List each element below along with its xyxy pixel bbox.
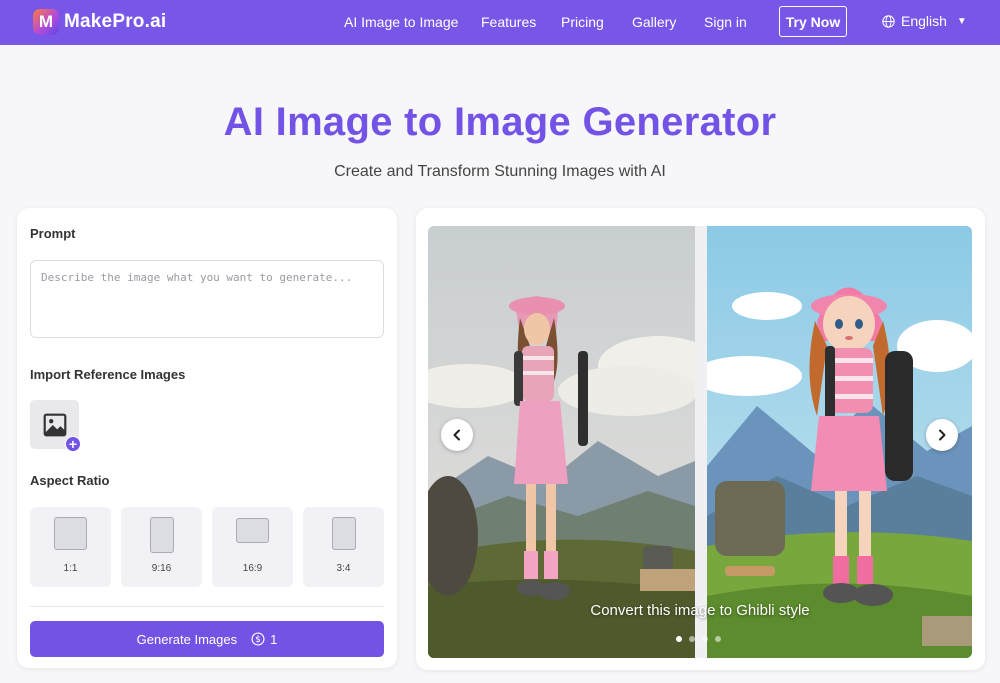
prompt-input[interactable] [30,260,384,338]
globe-icon [882,14,895,28]
aspect-ratio-9-16[interactable]: 9:16 [121,507,202,587]
add-icon[interactable]: + [65,436,81,452]
aspect-ratio-label: Aspect Ratio [30,473,110,488]
image-icon [43,413,66,436]
nav-link-features[interactable]: Features [481,14,536,30]
ratio-label: 1:1 [63,563,78,574]
top-nav: M MakePro.ai AI Image to Image Features … [0,0,1000,45]
ratio-label: 9:16 [151,563,172,574]
aspect-ratio-16-9[interactable]: 16:9 [212,507,293,587]
logo-text: MakePro.ai [64,11,167,32]
logo[interactable]: M MakePro.ai [33,9,166,35]
carousel-next-button[interactable] [926,419,958,451]
ratio-portrait-icon [150,517,174,553]
carousel-dots [676,636,721,642]
ratio-landscape-icon [236,518,269,543]
example-gallery: Convert this image to Ghibli style [416,208,985,670]
nav-link-image-to-image[interactable]: AI Image to Image [344,14,458,30]
language-label: English [901,13,947,29]
generate-images-button[interactable]: Generate Images $ 1 [30,621,384,657]
language-selector[interactable]: English ▼ [882,13,967,29]
logo-mark: M [33,9,59,35]
carousel-dot[interactable] [702,636,708,642]
caret-down-icon: ▼ [956,15,967,27]
prompt-label: Prompt [30,226,76,241]
carousel-prev-button[interactable] [441,419,473,451]
ratio-tall-icon [332,517,356,550]
credit-cost: $ 1 [251,632,277,647]
aspect-ratio-options: 1:1 9:16 16:9 3:4 [30,507,384,587]
ratio-label: 16:9 [242,563,263,574]
aspect-ratio-1-1[interactable]: 1:1 [30,507,111,587]
generate-label: Generate Images [136,631,238,647]
chevron-right-icon [939,429,946,441]
ratio-square-icon [54,517,87,550]
nav-link-pricing[interactable]: Pricing [561,14,604,30]
page-title: AI Image to Image Generator [223,100,777,144]
credit-value: 1 [270,631,278,647]
coin-icon: $ [251,632,265,646]
svg-text:$: $ [255,635,261,645]
carousel-dot[interactable] [676,636,682,642]
nav-link-gallery[interactable]: Gallery [632,14,676,30]
aspect-ratio-3-4[interactable]: 3:4 [303,507,384,587]
chevron-left-icon [453,429,460,441]
nav-link-sign-in[interactable]: Sign in [704,14,747,30]
page-subtitle: Create and Transform Stunning Images wit… [334,163,666,180]
reference-images-label: Import Reference Images [30,367,186,382]
carousel-caption: Convert this image to Ghibli style [590,602,810,619]
carousel-dot[interactable] [689,636,695,642]
image-carousel[interactable]: Convert this image to Ghibli style [428,226,972,658]
carousel-dot[interactable] [715,636,721,642]
ratio-label: 3:4 [336,563,351,574]
generator-form: Prompt Import Reference Images + Aspect … [17,208,397,668]
try-now-button[interactable]: Try Now [779,6,847,37]
divider [30,606,384,607]
